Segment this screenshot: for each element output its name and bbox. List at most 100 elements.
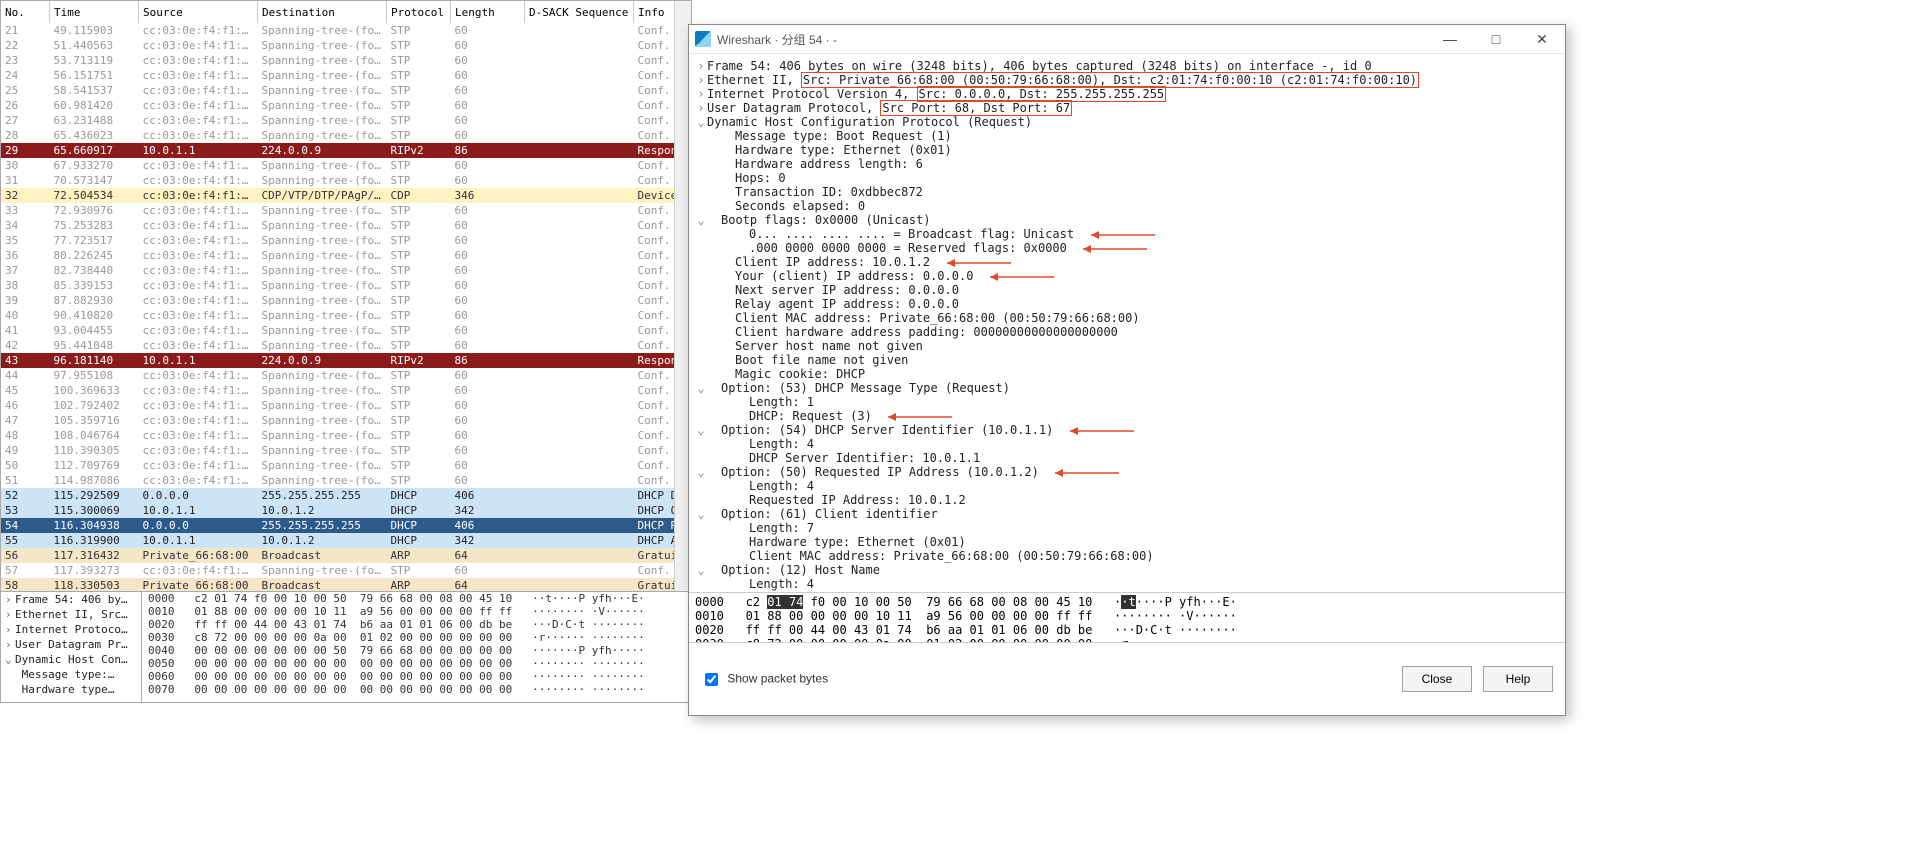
detail-line[interactable]: Client hardware address padding: 0000000… <box>691 325 1563 339</box>
detail-line[interactable]: Next server IP address: 0.0.0.0 <box>691 283 1563 297</box>
caret-icon[interactable]: ⌄ <box>695 381 707 395</box>
packet-row[interactable]: 4193.004455cc:03:0e:f4:f1:01Spanning-tre… <box>1 323 692 338</box>
packet-row[interactable]: 57117.393273cc:03:0e:f4:f1:01Spanning-tr… <box>1 563 692 578</box>
packet-row[interactable]: 3272.504534cc:03:0e:f4:f1:01CDP/VTP/DTP/… <box>1 188 692 203</box>
caret-icon[interactable]: ⌄ <box>695 423 707 437</box>
packet-row[interactable]: 55116.31990010.0.1.110.0.1.2DHCP342DHCP … <box>1 533 692 548</box>
detail-line[interactable]: Length: 4 <box>691 577 1563 591</box>
packet-row[interactable]: 3067.933270cc:03:0e:f4:f1:01Spanning-tre… <box>1 158 692 173</box>
caret-icon[interactable]: ⌄ <box>695 563 707 577</box>
packet-row[interactable]: 3782.738440cc:03:0e:f4:f1:01Spanning-tre… <box>1 263 692 278</box>
packet-row[interactable]: 45100.369633cc:03:0e:f4:f1:01Spanning-tr… <box>1 383 692 398</box>
show-packet-bytes-checkbox[interactable]: Show packet bytes <box>701 670 828 689</box>
detail-tree[interactable]: ›Frame 54: 406 bytes on wire (3248 bits)… <box>689 53 1565 625</box>
packet-row[interactable]: 3170.573147cc:03:0e:f4:f1:01Spanning-tre… <box>1 173 692 188</box>
col-time[interactable]: Time <box>50 1 139 23</box>
detail-line[interactable]: 0... .... .... .... = Broadcast flag: Un… <box>691 227 1563 241</box>
tree-line[interactable]: ›Internet Protoco… <box>1 622 141 637</box>
detail-line[interactable]: ⌄Bootp flags: 0x0000 (Unicast) <box>691 213 1563 227</box>
hex-row[interactable]: 0040 00 00 00 00 00 00 00 50 79 66 68 00… <box>142 644 691 657</box>
detail-line[interactable]: Length: 4 <box>691 437 1563 451</box>
packet-row[interactable]: 49110.390305cc:03:0e:f4:f1:01Spanning-tr… <box>1 443 692 458</box>
detail-line[interactable]: Client MAC address: Private_66:68:00 (00… <box>691 311 1563 325</box>
packet-row[interactable]: 47105.359716cc:03:0e:f4:f1:01Spanning-tr… <box>1 413 692 428</box>
detail-line[interactable]: ⌄Option: (53) DHCP Message Type (Request… <box>691 381 1563 395</box>
detail-line[interactable]: Hardware type: Ethernet (0x01) <box>691 535 1563 549</box>
caret-icon[interactable]: › <box>695 87 707 101</box>
detail-line[interactable]: Length: 4 <box>691 479 1563 493</box>
packet-row[interactable]: 56117.316432Private_66:68:00BroadcastARP… <box>1 548 692 563</box>
tree-line[interactable]: ›Frame 54: 406 by… <box>1 592 141 607</box>
packet-row[interactable]: 51114.987086cc:03:0e:f4:f1:01Spanning-tr… <box>1 473 692 488</box>
packet-row[interactable]: 2251.440563cc:03:0e:f4:f1:01Spanning-tre… <box>1 38 692 53</box>
detail-titlebar[interactable]: Wireshark · 分组 54 · - — □ ✕ <box>689 25 1565 54</box>
tree-line[interactable]: ›Ethernet II, Src… <box>1 607 141 622</box>
hex-row[interactable]: 0050 00 00 00 00 00 00 00 00 00 00 00 00… <box>142 657 691 670</box>
col-length[interactable]: Length <box>451 1 525 23</box>
hex-row[interactable]: 0060 00 00 00 00 00 00 00 00 00 00 00 00… <box>142 670 691 683</box>
packet-row[interactable]: 2965.66091710.0.1.1224.0.0.9RIPv286Respo… <box>1 143 692 158</box>
close-window-button[interactable]: ✕ <box>1519 25 1565 53</box>
hex-row[interactable]: 0070 00 00 00 00 00 00 00 00 00 00 00 00… <box>142 683 691 696</box>
detail-line[interactable]: Length: 7 <box>691 521 1563 535</box>
packet-row[interactable]: 3680.226245cc:03:0e:f4:f1:01Spanning-tre… <box>1 248 692 263</box>
packet-row[interactable]: 52115.2925090.0.0.0255.255.255.255DHCP40… <box>1 488 692 503</box>
detail-line[interactable]: Your (client) IP address: 0.0.0.0 <box>691 269 1563 283</box>
detail-line[interactable]: Client MAC address: Private_66:68:00 (00… <box>691 549 1563 563</box>
packet-row[interactable]: 3475.253283cc:03:0e:f4:f1:01Spanning-tre… <box>1 218 692 233</box>
packet-hex-left-pane[interactable]: 0000 c2 01 74 f0 00 10 00 50 79 66 68 00… <box>141 591 692 703</box>
packet-row[interactable]: 50112.709769cc:03:0e:f4:f1:01Spanning-tr… <box>1 458 692 473</box>
packet-row[interactable]: 48108.046764cc:03:0e:f4:f1:01Spanning-tr… <box>1 428 692 443</box>
packet-row[interactable]: 58118.330503Private_66:68:00BroadcastARP… <box>1 578 692 592</box>
show-packet-bytes-input[interactable] <box>705 673 718 686</box>
col-d-sack-sequence[interactable]: D-SACK Sequence <box>525 1 634 23</box>
packet-row[interactable]: 53115.30006910.0.1.110.0.1.2DHCP342DHCP … <box>1 503 692 518</box>
detail-hex-row[interactable]: 0010 01 88 00 00 00 00 10 11 a9 56 00 00… <box>695 609 1559 623</box>
packet-list-pane[interactable]: No.TimeSourceDestinationProtocolLengthD-… <box>0 0 692 592</box>
packet-row[interactable]: 4090.410820cc:03:0e:f4:f1:01Spanning-tre… <box>1 308 692 323</box>
tree-line[interactable]: ⌄Dynamic Host Con… <box>1 652 141 667</box>
detail-line[interactable]: DHCP: Request (3) <box>691 409 1563 423</box>
detail-line[interactable]: ⌄Dynamic Host Configuration Protocol (Re… <box>691 115 1563 129</box>
packet-row[interactable]: 2558.541537cc:03:0e:f4:f1:01Spanning-tre… <box>1 83 692 98</box>
detail-line[interactable]: Requested IP Address: 10.0.1.2 <box>691 493 1563 507</box>
caret-icon[interactable]: › <box>695 73 707 87</box>
caret-icon[interactable]: ⌄ <box>695 465 707 479</box>
packet-row[interactable]: 4295.441048cc:03:0e:f4:f1:01Spanning-tre… <box>1 338 692 353</box>
col-protocol[interactable]: Protocol <box>387 1 451 23</box>
detail-line[interactable]: ›Frame 54: 406 bytes on wire (3248 bits)… <box>691 59 1563 73</box>
col-source[interactable]: Source <box>139 1 258 23</box>
packet-row[interactable]: 2865.436023cc:03:0e:f4:f1:01Spanning-tre… <box>1 128 692 143</box>
hex-row[interactable]: 0020 ff ff 00 44 00 43 01 74 b6 aa 01 01… <box>142 618 691 631</box>
minimize-button[interactable]: — <box>1427 25 1473 53</box>
detail-line[interactable]: Relay agent IP address: 0.0.0.0 <box>691 297 1563 311</box>
maximize-button[interactable]: □ <box>1473 25 1519 53</box>
packet-row[interactable]: 3885.339153cc:03:0e:f4:f1:01Spanning-tre… <box>1 278 692 293</box>
packet-row[interactable]: 46102.792402cc:03:0e:f4:f1:01Spanning-tr… <box>1 398 692 413</box>
detail-line[interactable]: Seconds elapsed: 0 <box>691 199 1563 213</box>
packet-tree-left-pane[interactable]: ›Frame 54: 406 by…›Ethernet II, Src…›Int… <box>0 591 142 703</box>
detail-line[interactable]: ⌄Option: (12) Host Name <box>691 563 1563 577</box>
detail-line[interactable]: ›User Datagram Protocol, Src Port: 68, D… <box>691 101 1563 115</box>
packet-row[interactable]: 4497.955108cc:03:0e:f4:f1:01Spanning-tre… <box>1 368 692 383</box>
detail-line[interactable]: Client IP address: 10.0.1.2 <box>691 255 1563 269</box>
packet-row[interactable]: 3987.882930cc:03:0e:f4:f1:01Spanning-tre… <box>1 293 692 308</box>
detail-line[interactable]: ›Ethernet II, Src: Private_66:68:00 (00:… <box>691 73 1563 87</box>
detail-hex-row[interactable]: 0000 c2 01 74 f0 00 10 00 50 79 66 68 00… <box>695 595 1559 609</box>
col-no-[interactable]: No. <box>1 1 50 23</box>
detail-line[interactable]: Message type: Boot Request (1) <box>691 129 1563 143</box>
detail-line[interactable]: Hops: 0 <box>691 171 1563 185</box>
packet-row[interactable]: 3577.723517cc:03:0e:f4:f1:01Spanning-tre… <box>1 233 692 248</box>
caret-icon[interactable]: ⌄ <box>695 213 707 227</box>
packet-row[interactable]: 2456.151751cc:03:0e:f4:f1:01Spanning-tre… <box>1 68 692 83</box>
detail-line[interactable]: ›Internet Protocol Version 4, Src: 0.0.0… <box>691 87 1563 101</box>
caret-icon[interactable]: › <box>695 101 707 115</box>
packet-row[interactable]: 2353.713119cc:03:0e:f4:f1:01Spanning-tre… <box>1 53 692 68</box>
packet-row[interactable]: 2149.115903cc:03:0e:f4:f1:01Spanning-tre… <box>1 23 692 38</box>
detail-line[interactable]: ⌄Option: (50) Requested IP Address (10.0… <box>691 465 1563 479</box>
detail-line[interactable]: Server host name not given <box>691 339 1563 353</box>
detail-line[interactable]: .000 0000 0000 0000 = Reserved flags: 0x… <box>691 241 1563 255</box>
packet-row[interactable]: 4396.18114010.0.1.1224.0.0.9RIPv286Respo… <box>1 353 692 368</box>
packet-row[interactable]: 54116.3049380.0.0.0255.255.255.255DHCP40… <box>1 518 692 533</box>
caret-icon[interactable]: ⌄ <box>695 507 707 521</box>
